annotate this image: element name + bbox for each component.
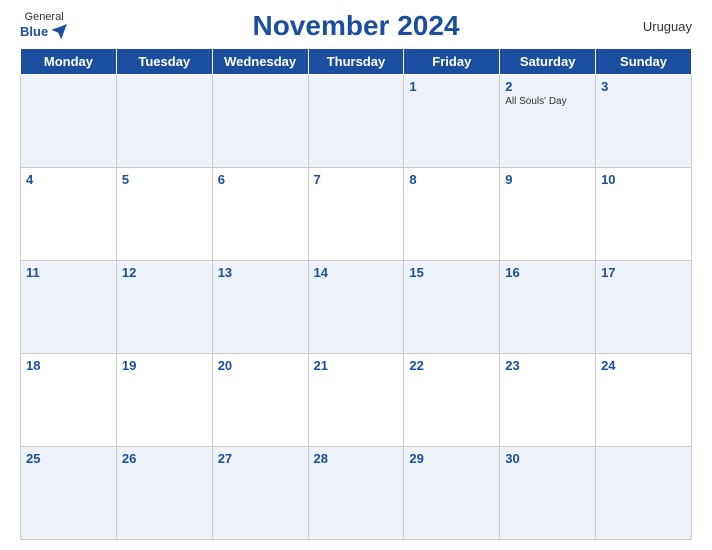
day-number: 12 xyxy=(122,265,207,280)
day-of-week-header: Friday xyxy=(404,49,500,75)
holiday-label: All Souls' Day xyxy=(505,96,590,107)
calendar-cell: 28 xyxy=(308,447,404,540)
calendar-cell: 15 xyxy=(404,261,500,354)
day-number: 28 xyxy=(314,451,399,466)
calendar-cell: 4 xyxy=(21,168,117,261)
day-number: 9 xyxy=(505,172,590,187)
day-number: 15 xyxy=(409,265,494,280)
logo-bird-icon xyxy=(50,23,68,41)
calendar-cell: 30 xyxy=(500,447,596,540)
day-number: 3 xyxy=(601,79,686,94)
logo-general-text: General xyxy=(25,11,64,23)
calendar-cell: 22 xyxy=(404,354,500,447)
calendar-cell xyxy=(21,75,117,168)
day-of-week-header: Monday xyxy=(21,49,117,75)
day-number: 4 xyxy=(26,172,111,187)
month-title: November 2024 xyxy=(252,10,459,42)
calendar-cell: 2 All Souls' Day xyxy=(500,75,596,168)
day-number: 17 xyxy=(601,265,686,280)
calendar-cell xyxy=(212,75,308,168)
day-number: 13 xyxy=(218,265,303,280)
day-of-week-header: Tuesday xyxy=(116,49,212,75)
calendar-cell: 10 xyxy=(596,168,692,261)
calendar-cell: 23 xyxy=(500,354,596,447)
day-number: 19 xyxy=(122,358,207,373)
day-number: 22 xyxy=(409,358,494,373)
day-number: 21 xyxy=(314,358,399,373)
calendar-cell: 1 xyxy=(404,75,500,168)
day-of-week-header: Wednesday xyxy=(212,49,308,75)
day-number: 29 xyxy=(409,451,494,466)
day-number: 11 xyxy=(26,265,111,280)
calendar-cell xyxy=(116,75,212,168)
calendar-cell xyxy=(308,75,404,168)
day-number: 27 xyxy=(218,451,303,466)
calendar-cell: 25 xyxy=(21,447,117,540)
day-number: 23 xyxy=(505,358,590,373)
calendar-table: MondayTuesdayWednesdayThursdayFridaySatu… xyxy=(20,48,692,540)
country-label: Uruguay xyxy=(643,19,692,34)
calendar-cell: 11 xyxy=(21,261,117,354)
calendar-header: General Blue November 2024 Uruguay xyxy=(20,10,692,42)
calendar-cell: 26 xyxy=(116,447,212,540)
calendar-cell: 20 xyxy=(212,354,308,447)
day-number: 20 xyxy=(218,358,303,373)
calendar-cell: 17 xyxy=(596,261,692,354)
calendar-cell: 12 xyxy=(116,261,212,354)
calendar-cell: 18 xyxy=(21,354,117,447)
day-number: 25 xyxy=(26,451,111,466)
calendar-cell: 9 xyxy=(500,168,596,261)
day-number: 24 xyxy=(601,358,686,373)
calendar-cell: 7 xyxy=(308,168,404,261)
day-number: 7 xyxy=(314,172,399,187)
calendar-cell: 5 xyxy=(116,168,212,261)
calendar-cell: 8 xyxy=(404,168,500,261)
day-number: 6 xyxy=(218,172,303,187)
day-of-week-header: Saturday xyxy=(500,49,596,75)
day-number: 16 xyxy=(505,265,590,280)
calendar-cell: 6 xyxy=(212,168,308,261)
calendar-cell: 3 xyxy=(596,75,692,168)
day-number: 14 xyxy=(314,265,399,280)
day-of-week-header: Thursday xyxy=(308,49,404,75)
day-number: 26 xyxy=(122,451,207,466)
calendar-cell: 19 xyxy=(116,354,212,447)
day-number: 18 xyxy=(26,358,111,373)
calendar-cell: 29 xyxy=(404,447,500,540)
day-number: 5 xyxy=(122,172,207,187)
logo: General Blue xyxy=(20,11,68,41)
calendar-cell: 16 xyxy=(500,261,596,354)
calendar-cell: 13 xyxy=(212,261,308,354)
calendar-cell: 14 xyxy=(308,261,404,354)
day-number: 1 xyxy=(409,79,494,94)
day-number: 30 xyxy=(505,451,590,466)
calendar-cell: 21 xyxy=(308,354,404,447)
calendar-cell: 24 xyxy=(596,354,692,447)
day-of-week-header: Sunday xyxy=(596,49,692,75)
day-number: 10 xyxy=(601,172,686,187)
day-number: 8 xyxy=(409,172,494,187)
calendar-cell xyxy=(596,447,692,540)
logo-blue-text: Blue xyxy=(20,25,48,39)
calendar-cell: 27 xyxy=(212,447,308,540)
day-number: 2 xyxy=(505,79,590,94)
